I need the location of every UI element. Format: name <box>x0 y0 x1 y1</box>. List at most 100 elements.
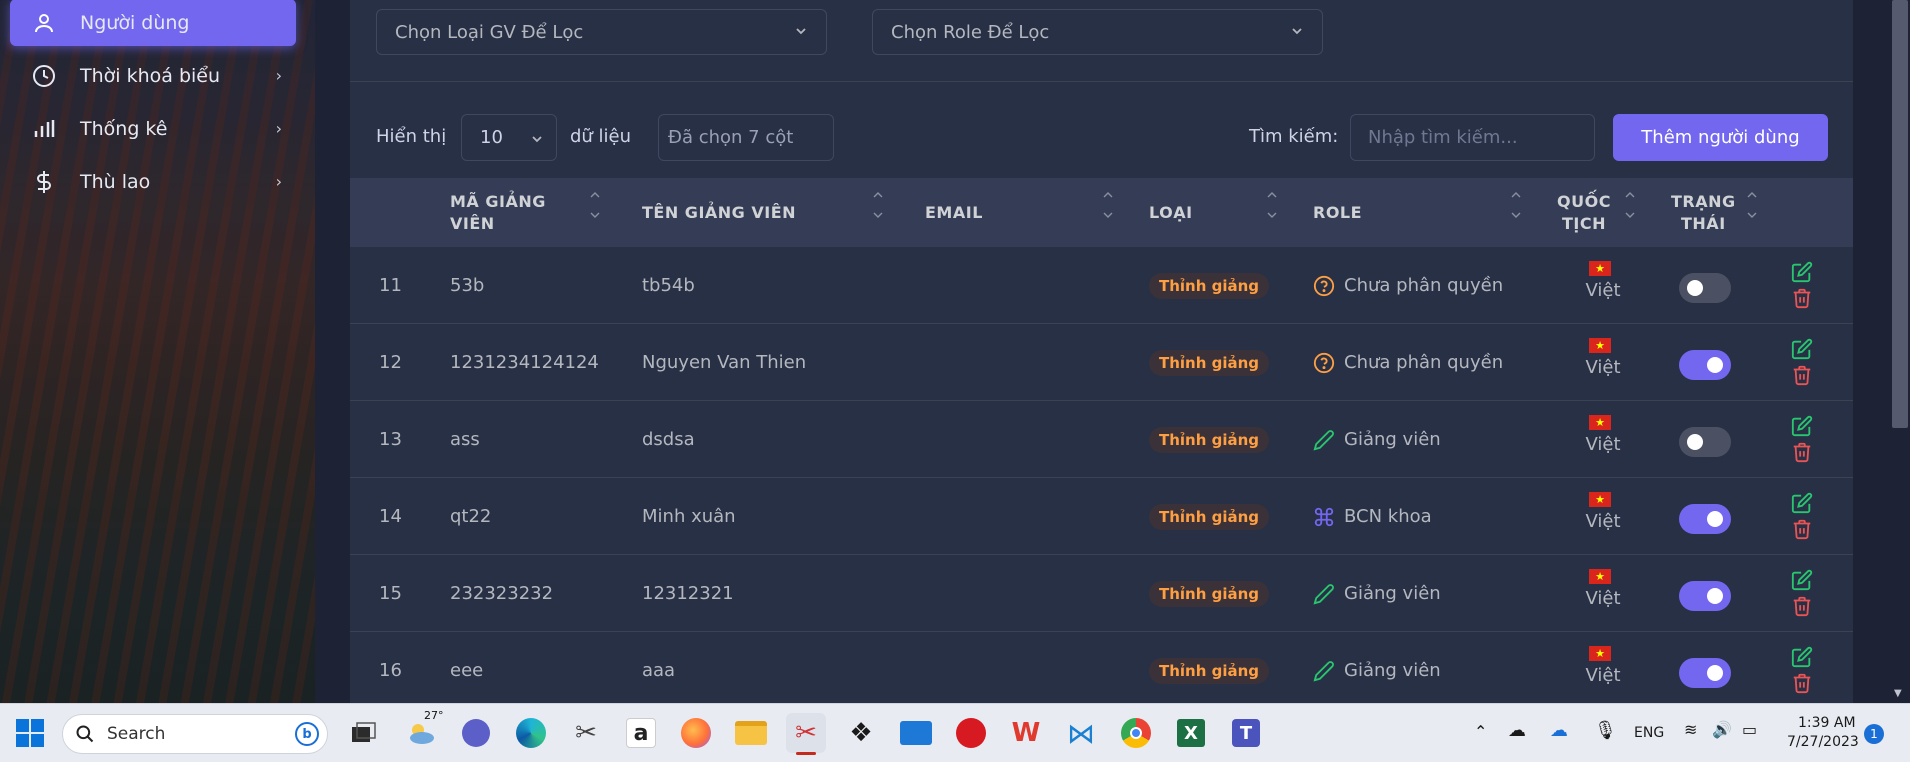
snip-icon: ✂ <box>795 718 817 748</box>
row-code: 1231234124124 <box>450 352 599 373</box>
role-filter-select[interactable]: Chọn Role Để Lọc <box>872 9 1323 55</box>
snipping-tool-button[interactable]: ✂ <box>566 713 606 753</box>
sort-icon[interactable] <box>1510 190 1522 220</box>
language-indicator[interactable]: ENG <box>1634 725 1664 741</box>
row-name: Minh xuân <box>642 506 736 527</box>
search-input[interactable] <box>1350 114 1595 161</box>
edit-icon[interactable] <box>1791 338 1813 360</box>
type-filter-select[interactable]: Chọn Loại GV Để Lọc <box>376 9 827 55</box>
sidebar-item-label: Người dùng <box>80 11 190 34</box>
question-circle-icon <box>1312 351 1336 375</box>
sort-icon[interactable] <box>1624 190 1636 220</box>
edit-icon[interactable] <box>1791 492 1813 514</box>
status-toggle[interactable] <box>1679 581 1731 611</box>
trash-icon[interactable] <box>1791 287 1813 309</box>
dropbox-icon: ❖ <box>849 718 873 748</box>
task-view-icon <box>352 722 376 742</box>
header-code[interactable]: MÃ GIẢNG VIÊN <box>450 178 546 247</box>
snip-sketch-button[interactable]: ✂ <box>786 713 826 755</box>
firefox-button[interactable] <box>676 713 716 753</box>
sidebar-item-statistics[interactable]: Thống kê › <box>10 105 296 152</box>
row-name: tb54b <box>642 275 695 296</box>
sidebar-item-schedule[interactable]: Thời khoá biểu › <box>10 52 296 99</box>
taskbar-search[interactable]: Search b <box>62 714 328 754</box>
mail-button[interactable] <box>896 713 936 753</box>
edit-icon[interactable] <box>1791 261 1813 283</box>
header-email[interactable]: EMAIL <box>925 178 983 247</box>
clock-date[interactable]: 7/27/2023 <box>1787 734 1859 750</box>
header-nationality[interactable]: QUỐC TỊCH <box>1557 178 1611 247</box>
row-role: Chưa phân quyền <box>1312 324 1503 401</box>
microphone-icon[interactable]: 🎙 <box>1594 720 1617 741</box>
clock-time[interactable]: 1:39 AM <box>1798 715 1856 731</box>
scroll-thumb[interactable] <box>1892 0 1908 428</box>
row-name: Nguyen Van Thien <box>642 352 807 373</box>
table-header: MÃ GIẢNG VIÊN TÊN GIẢNG VIÊN EMAIL LOẠI R… <box>350 178 1853 247</box>
sort-icon[interactable] <box>872 190 884 220</box>
status-toggle[interactable] <box>1679 427 1731 457</box>
vertical-scrollbar[interactable]: ▼ <box>1890 0 1910 703</box>
chevron-right-icon: › <box>275 66 282 85</box>
header-status-line2: THÁI <box>1681 213 1726 233</box>
question-circle-icon <box>1312 274 1336 298</box>
notification-badge[interactable]: 1 <box>1864 724 1884 744</box>
teams-button[interactable]: T <box>1226 713 1266 753</box>
header-name[interactable]: TÊN GIẢNG VIÊN <box>642 178 796 247</box>
status-toggle[interactable] <box>1679 273 1731 303</box>
trash-icon[interactable] <box>1791 595 1813 617</box>
cloud-icon[interactable]: ☁ <box>1508 720 1526 741</box>
pencil-icon <box>1312 582 1336 606</box>
battery-icon[interactable]: ▭ <box>1742 720 1757 739</box>
header-type[interactable]: LOẠI <box>1149 178 1193 247</box>
role-label: Chưa phân quyền <box>1344 275 1504 296</box>
volume-icon[interactable]: 🔊 <box>1712 720 1732 739</box>
dropbox-button[interactable]: ❖ <box>841 713 881 753</box>
sort-icon[interactable] <box>1746 190 1758 220</box>
vscode-button[interactable]: ⋈ <box>1061 713 1101 753</box>
status-toggle[interactable] <box>1679 504 1731 534</box>
columns-select[interactable]: Đã chọn 7 cột <box>658 114 834 161</box>
start-button[interactable] <box>10 713 50 753</box>
header-role[interactable]: ROLE <box>1313 178 1362 247</box>
scroll-down-arrow-icon[interactable]: ▼ <box>1894 688 1902 699</box>
table-row: 11 53b tb54b Thỉnh giảng Chưa phân quyền… <box>350 247 1853 324</box>
edit-icon[interactable] <box>1791 646 1813 668</box>
trash-icon[interactable] <box>1791 518 1813 540</box>
status-toggle[interactable] <box>1679 350 1731 380</box>
windows-icon <box>16 719 44 747</box>
excel-button[interactable]: X <box>1171 713 1211 753</box>
task-view-button[interactable] <box>344 713 384 753</box>
row-code: 232323232 <box>450 583 554 604</box>
role-label: Giảng viên <box>1344 583 1441 604</box>
teams-chat-button[interactable] <box>456 713 496 753</box>
trash-icon[interactable] <box>1791 672 1813 694</box>
chrome-button[interactable] <box>1116 713 1156 753</box>
vietnam-flag-icon: ★ <box>1589 569 1611 584</box>
trash-icon[interactable] <box>1791 441 1813 463</box>
amazon-button[interactable]: a <box>621 713 661 753</box>
edit-icon[interactable] <box>1791 569 1813 591</box>
file-explorer-button[interactable] <box>731 713 771 753</box>
page-size-select[interactable]: 10 <box>461 114 557 161</box>
edit-icon[interactable] <box>1791 415 1813 437</box>
weather-widget[interactable]: 27° <box>402 709 444 753</box>
sidebar-item-users[interactable]: Người dùng <box>10 0 296 46</box>
trash-icon[interactable] <box>1791 364 1813 386</box>
wifi-icon[interactable]: ≋ <box>1684 720 1697 739</box>
chevron-down-icon <box>1290 22 1304 43</box>
edge-button[interactable] <box>511 713 551 753</box>
onedrive-icon[interactable]: ☁ <box>1550 720 1568 741</box>
show-label: Hiển thị <box>376 126 447 147</box>
sort-icon[interactable] <box>589 190 601 220</box>
chevron-up-icon[interactable]: ⌃ <box>1474 722 1487 741</box>
header-status[interactable]: TRẠNG THÁI <box>1671 178 1736 247</box>
status-toggle[interactable] <box>1679 658 1731 688</box>
app-red-button[interactable] <box>951 713 991 753</box>
add-user-button[interactable]: Thêm người dùng <box>1613 114 1828 161</box>
vietnam-flag-icon: ★ <box>1589 492 1611 507</box>
sidebar-item-remuneration[interactable]: Thù lao › <box>10 158 296 205</box>
sort-icon[interactable] <box>1102 190 1114 220</box>
sort-icon[interactable] <box>1266 190 1278 220</box>
wps-button[interactable]: W <box>1006 713 1046 753</box>
main-content: Chọn Loại GV Để Lọc Chọn Role Để Lọc Hiể… <box>350 0 1853 709</box>
